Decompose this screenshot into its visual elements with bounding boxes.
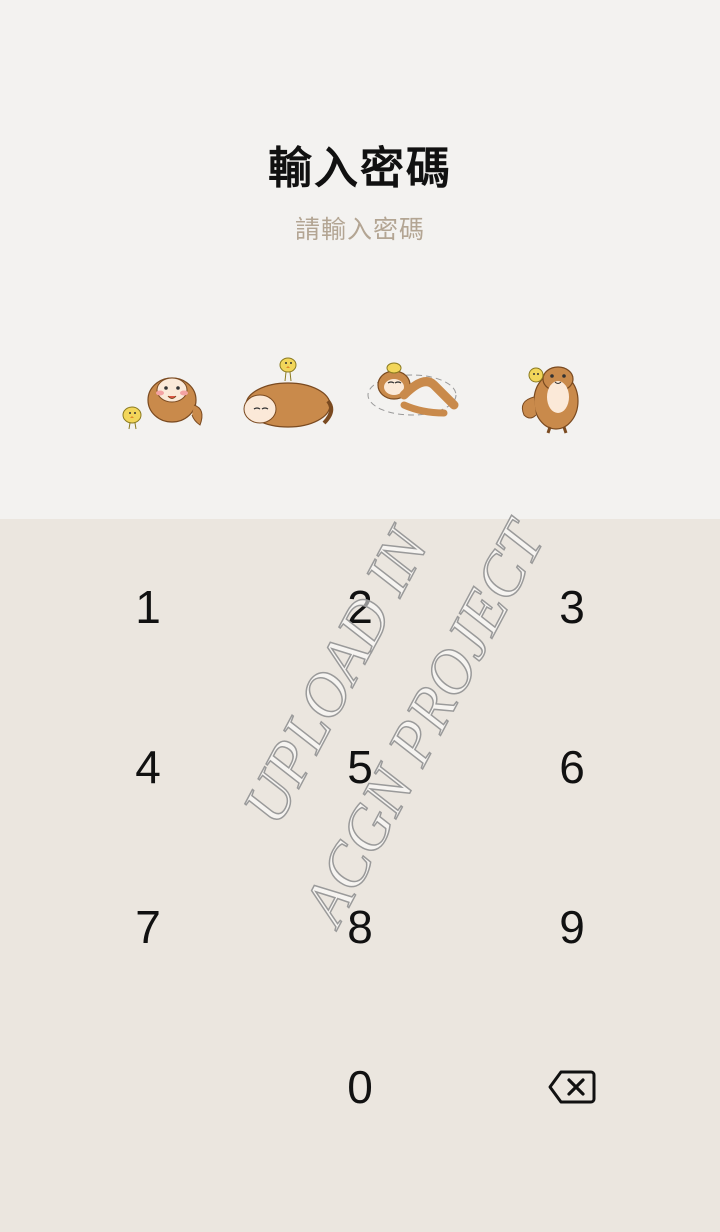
keypad: 1 2 3 4 5 6 7 8 9 0 — [0, 519, 720, 1232]
key-8[interactable]: 8 — [270, 867, 450, 987]
key-9[interactable]: 9 — [482, 867, 662, 987]
otter-lying-with-chick-icon — [243, 357, 334, 428]
page-title: 輸入密碼 — [268, 143, 452, 194]
key-5[interactable]: 5 — [270, 707, 450, 827]
key-6[interactable]: 6 — [482, 707, 662, 827]
otter-holding-chick-icon — [521, 366, 579, 434]
header-area: 輸入密碼 請輸入密碼 — [0, 0, 720, 519]
page-subtitle: 請輸入密碼 — [294, 215, 425, 244]
otter-with-chick-icon — [122, 377, 203, 430]
key-2[interactable]: 2 — [270, 547, 450, 667]
key-3[interactable]: 3 — [482, 547, 662, 667]
otter-rolling-icon — [367, 362, 459, 417]
key-0[interactable]: 0 — [270, 1027, 450, 1147]
backspace-button[interactable] — [482, 1027, 662, 1147]
key-7[interactable]: 7 — [58, 867, 238, 987]
key-4[interactable]: 4 — [58, 707, 238, 827]
key-1[interactable]: 1 — [58, 547, 238, 667]
backspace-icon — [548, 1070, 596, 1104]
